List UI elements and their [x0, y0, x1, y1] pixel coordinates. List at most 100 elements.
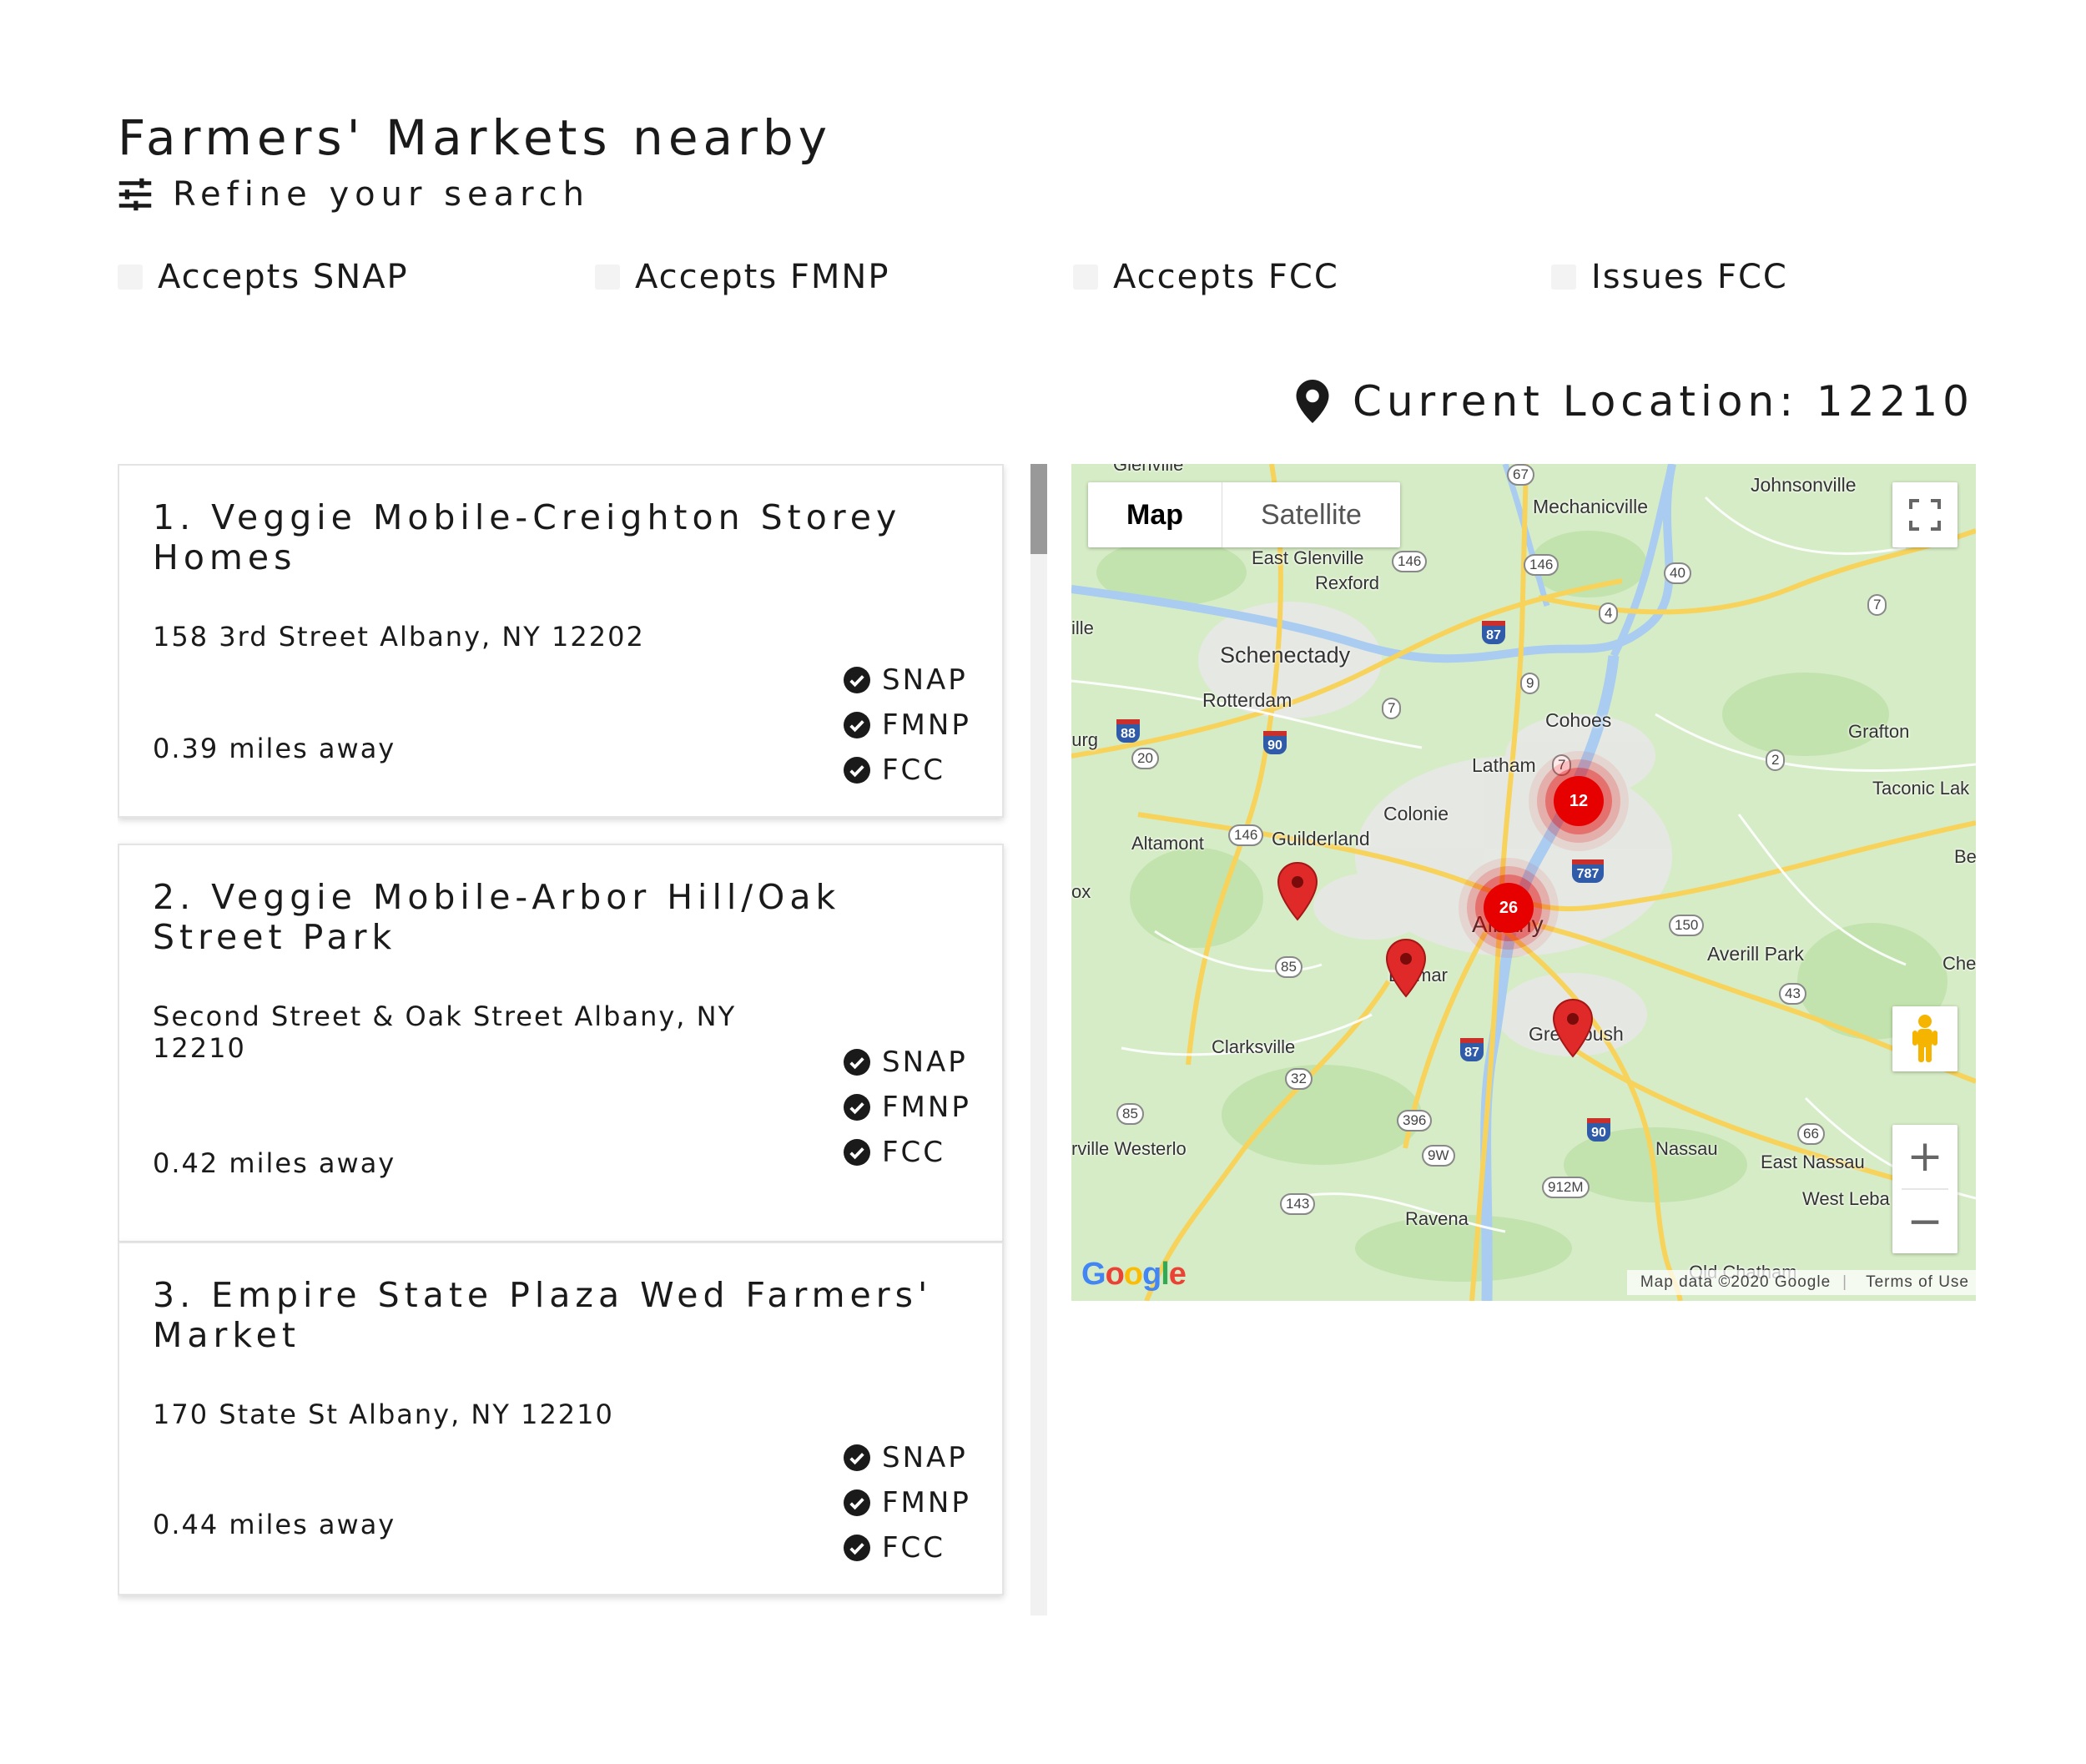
- map-label: East Glenville: [1252, 547, 1364, 568]
- market-address: 158 3rd Street Albany, NY 12202: [153, 621, 645, 653]
- market-card[interactable]: 1. Veggie Mobile-Creighton Storey Homes …: [118, 464, 1004, 818]
- market-list: 1. Veggie Mobile-Creighton Storey Homes …: [118, 464, 1047, 1615]
- check-circle-icon: [844, 1489, 870, 1516]
- map-marker-pin[interactable]: [1277, 861, 1318, 921]
- badge-fcc: FCC: [844, 1130, 971, 1175]
- zoom-out-button[interactable]: −: [1892, 1190, 1958, 1253]
- check-circle-icon: [844, 1094, 870, 1121]
- map-label: Guilderland: [1272, 828, 1370, 849]
- sliders-icon: [118, 178, 152, 211]
- map-base-layer: [1071, 464, 1976, 1301]
- route-shield: 396: [1397, 1110, 1433, 1131]
- map-type-satellite-button[interactable]: Satellite: [1222, 482, 1400, 547]
- route-shield: 150: [1669, 915, 1705, 936]
- map-type-map-button[interactable]: Map: [1088, 482, 1222, 547]
- market-card[interactable]: 2. Veggie Mobile-Arbor Hill/Oak Street P…: [118, 844, 1004, 1242]
- map-label: Rexford: [1315, 572, 1380, 593]
- map-data-attribution: Map data ©2020 Google: [1640, 1273, 1832, 1291]
- pegman-icon: [1912, 1015, 1937, 1062]
- map-marker-pin[interactable]: [1385, 938, 1427, 998]
- badge-fmnp: FMNP: [844, 1480, 971, 1525]
- checkbox-accepts-fmnp[interactable]: [595, 265, 620, 290]
- terms-of-use-link[interactable]: Terms of Use: [1866, 1273, 1969, 1292]
- route-shield: 7: [1867, 594, 1887, 616]
- map-label: Taconic Lak: [1872, 778, 1970, 799]
- checkbox-issues-fcc[interactable]: [1551, 265, 1576, 290]
- filter-accepts-fcc[interactable]: Accepts FCC: [1073, 250, 1339, 304]
- marker-cluster[interactable]: 26: [1484, 883, 1534, 933]
- checkbox-accepts-snap[interactable]: [118, 265, 143, 290]
- map-label: rville Westerlo: [1071, 1138, 1187, 1159]
- check-circle-icon: [844, 712, 870, 738]
- map-attribution: Map data ©2020 Google | Terms of Use: [1626, 1270, 1976, 1295]
- interstate-shield: 90: [1263, 731, 1287, 754]
- zoom-in-button[interactable]: +: [1892, 1125, 1958, 1188]
- filter-issues-fcc[interactable]: Issues FCC: [1551, 250, 1788, 304]
- market-name[interactable]: 2. Veggie Mobile-Arbor Hill/Oak Street P…: [153, 877, 954, 957]
- map-view[interactable]: Glenville Johnsonville Mechanicville Eas…: [1071, 464, 1976, 1301]
- route-shield: 32: [1285, 1068, 1313, 1090]
- filter-accepts-snap[interactable]: Accepts SNAP: [118, 250, 409, 304]
- market-address: Second Street & Oak Street Albany, NY 12…: [153, 1000, 737, 1064]
- route-shield: 85: [1116, 1103, 1144, 1125]
- check-circle-icon: [844, 1049, 870, 1076]
- map-marker-pin[interactable]: [1552, 998, 1594, 1058]
- street-view-pegman-button[interactable]: [1892, 1006, 1958, 1071]
- badge-label: SNAP: [882, 1046, 968, 1079]
- payment-badges: SNAP FMNP FCC: [844, 1435, 971, 1570]
- map-label: Cohoes: [1545, 709, 1612, 731]
- route-shield: 143: [1280, 1193, 1316, 1215]
- route-shield: 67: [1507, 464, 1534, 486]
- map-label: West Leba: [1802, 1188, 1890, 1209]
- badge-label: SNAP: [882, 663, 968, 697]
- route-shield: 20: [1131, 748, 1159, 769]
- current-location-label: Current Location: 12210: [1353, 377, 1974, 426]
- map-label: Colonie: [1383, 803, 1449, 824]
- route-shield: 912M: [1542, 1177, 1590, 1198]
- market-card[interactable]: 3. Empire State Plaza Wed Farmers' Marke…: [118, 1242, 1004, 1595]
- filter-label: Issues FCC: [1591, 258, 1788, 296]
- map-label: Mechanicville: [1533, 496, 1649, 517]
- badge-fcc: FCC: [844, 1525, 971, 1570]
- route-shield: 146: [1228, 824, 1264, 846]
- filter-label: Accepts SNAP: [158, 258, 409, 296]
- map-label: Glenville: [1113, 464, 1184, 475]
- map-label: Latham: [1472, 754, 1536, 776]
- filter-row: Accepts SNAP Accepts FMNP Accepts FCC Is…: [118, 250, 2037, 304]
- filter-accepts-fmnp[interactable]: Accepts FMNP: [595, 250, 889, 304]
- interstate-shield: 87: [1460, 1038, 1484, 1061]
- map-type-control: Map Satellite: [1088, 482, 1400, 547]
- checkbox-accepts-fcc[interactable]: [1073, 265, 1098, 290]
- map-label: Che: [1942, 953, 1976, 974]
- route-shield: 146: [1524, 554, 1559, 576]
- check-circle-icon: [844, 1444, 870, 1471]
- marker-cluster[interactable]: 12: [1554, 776, 1604, 826]
- route-shield: 7: [1382, 698, 1402, 719]
- payment-badges: SNAP FMNP FCC: [844, 1040, 971, 1175]
- filter-label: Accepts FCC: [1113, 258, 1339, 296]
- route-shield: 43: [1779, 983, 1806, 1005]
- market-name[interactable]: 3. Empire State Plaza Wed Farmers' Marke…: [153, 1275, 954, 1355]
- interstate-shield: 90: [1587, 1118, 1610, 1142]
- check-circle-icon: [844, 757, 870, 784]
- list-scrollbar-thumb[interactable]: [1030, 464, 1047, 554]
- map-label: Rotterdam: [1202, 689, 1292, 711]
- badge-label: FCC: [882, 753, 946, 787]
- check-circle-icon: [844, 667, 870, 693]
- market-address: 170 State St Albany, NY 12210: [153, 1399, 614, 1430]
- badge-label: FCC: [882, 1531, 946, 1565]
- map-label: East Nassau: [1761, 1152, 1865, 1172]
- market-distance: 0.42 miles away: [153, 1147, 396, 1179]
- fullscreen-button[interactable]: [1892, 482, 1958, 547]
- list-scrollbar[interactable]: [1030, 464, 1047, 1615]
- google-logo: Google: [1081, 1257, 1187, 1292]
- refine-search-toggle[interactable]: Refine your search: [118, 174, 590, 215]
- map-label: Be: [1954, 846, 1976, 867]
- badge-label: FMNP: [882, 708, 971, 742]
- market-distance: 0.44 miles away: [153, 1509, 396, 1540]
- badge-fmnp: FMNP: [844, 703, 971, 748]
- route-shield: 40: [1664, 562, 1691, 584]
- market-name[interactable]: 1. Veggie Mobile-Creighton Storey Homes: [153, 497, 954, 577]
- route-shield: 7: [1552, 754, 1572, 776]
- badge-label: SNAP: [882, 1441, 968, 1474]
